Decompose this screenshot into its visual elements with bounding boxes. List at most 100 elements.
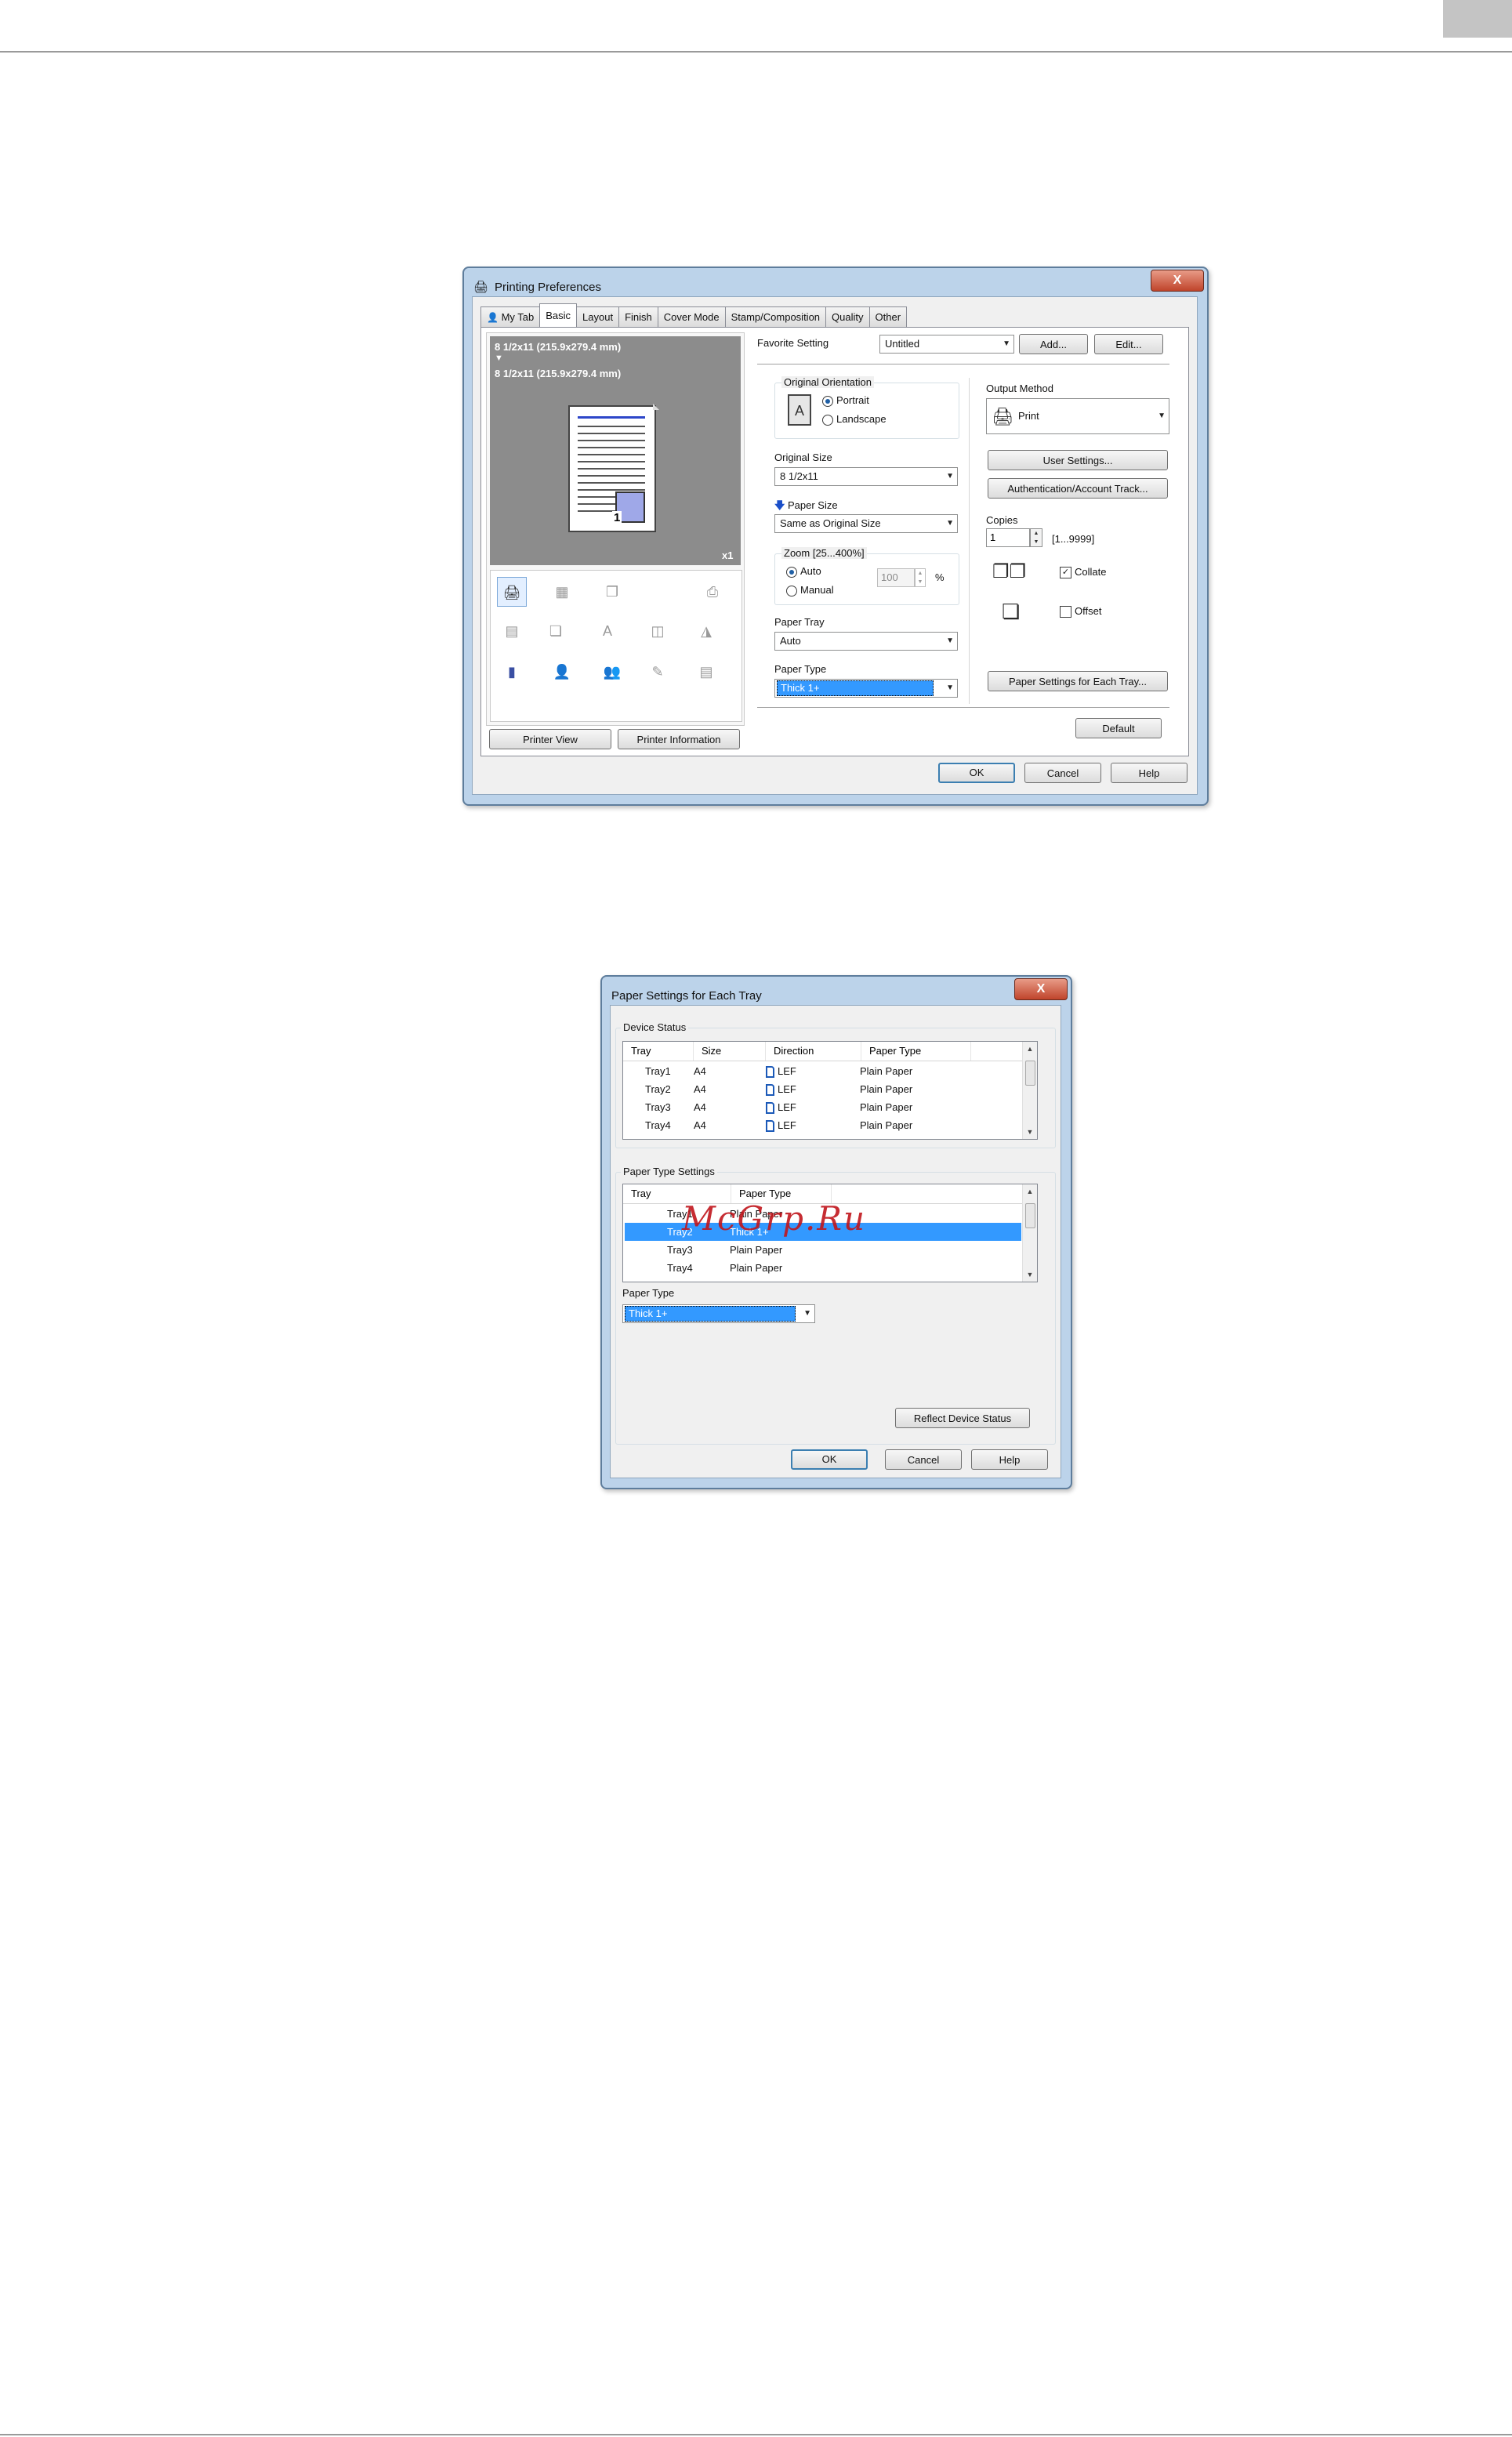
user-icon: 👤	[487, 312, 499, 323]
paper-type-select[interactable]: Thick 1+ ▼	[622, 1304, 815, 1323]
user-settings-button[interactable]: User Settings...	[988, 450, 1168, 470]
table-row[interactable]: Tray2 A4 LEF Plain Paper	[625, 1080, 1021, 1098]
fold-icon[interactable]: ◮	[691, 616, 721, 646]
col-size[interactable]: Size	[694, 1042, 766, 1061]
paper-size-label: 🡇 Paper Size	[774, 499, 838, 511]
col-tray[interactable]: Tray	[623, 1042, 694, 1061]
chevron-down-icon: ▼	[946, 636, 954, 645]
original-size-select[interactable]: 8 1/2x11 ▼	[774, 467, 958, 486]
scroll-up-icon[interactable]: ▲	[1023, 1184, 1037, 1199]
help-button[interactable]: Help	[971, 1449, 1048, 1470]
help-button[interactable]: Help	[1111, 763, 1187, 783]
account-track-icon[interactable]: ▮	[497, 657, 527, 687]
copies-label: Copies	[986, 514, 1018, 526]
table-row[interactable]: Tray4 Plain Paper	[625, 1259, 1021, 1277]
duplex-icon[interactable]: ▤	[497, 616, 527, 646]
copies-input[interactable]: 1	[986, 528, 1030, 547]
paper-type-settings-scrollbar[interactable]: ▲ ▼	[1022, 1184, 1037, 1282]
default-button[interactable]: Default	[1075, 718, 1162, 738]
edit-favorite-button[interactable]: Edit...	[1094, 334, 1163, 354]
zoom-group: Zoom [25...400%] Auto Manual 100 ▲ ▼ %	[774, 547, 959, 605]
original-size-label: Original Size	[774, 451, 832, 463]
save-to-box-icon[interactable]: ❐	[597, 577, 627, 607]
offset-checkbox[interactable]: Offset	[1060, 605, 1101, 618]
ok-button[interactable]: OK	[791, 1449, 868, 1470]
orientation-preview-icon: A	[788, 394, 811, 426]
paper-direction-icon	[766, 1102, 774, 1115]
chevron-down-icon: ▼	[946, 519, 954, 528]
table-row[interactable]: Tray3 A4 LEF Plain Paper	[625, 1098, 1021, 1116]
col-paper-type[interactable]: Paper Type	[861, 1042, 971, 1061]
close-button[interactable]: X	[1151, 270, 1204, 292]
scroll-thumb[interactable]	[1025, 1061, 1035, 1086]
printer-view-button[interactable]: Printer View	[489, 729, 611, 749]
collate-checkbox[interactable]: ✓ Collate	[1060, 566, 1106, 579]
combine-icon[interactable]: ⎙	[698, 577, 727, 607]
table-row[interactable]: Tray1 A4 LEF Plain Paper	[625, 1062, 1021, 1080]
stamp-icon[interactable]: ✎	[643, 657, 673, 687]
tab-my-tab[interactable]: 👤 My Tab	[480, 306, 541, 327]
original-orientation-label: Original Orientation	[781, 376, 874, 388]
zoom-value-input[interactable]: 100	[877, 568, 915, 587]
watermark: McGrp.Ru	[682, 1199, 867, 1238]
table-row[interactable]: Tray3 Plain Paper	[625, 1241, 1021, 1259]
cancel-button[interactable]: Cancel	[1024, 763, 1101, 783]
col-direction[interactable]: Direction	[766, 1042, 861, 1061]
add-favorite-button[interactable]: Add...	[1019, 334, 1088, 354]
device-status-header: Tray Size Direction Paper Type	[623, 1042, 1023, 1061]
secure-print-icon[interactable]: ▦	[547, 577, 577, 607]
landscape-radio[interactable]: Landscape	[822, 413, 887, 426]
tab-other[interactable]: Other	[868, 306, 908, 327]
device-status-list[interactable]: Tray Size Direction Paper Type Tray1 A4 LE…	[622, 1041, 1038, 1140]
booklet-icon[interactable]: ❏	[541, 616, 571, 646]
preview-frame: 8 1/2x11 (215.9x279.4 mm) ▼ 8 1/2x11 (21…	[486, 332, 745, 726]
staple-icon[interactable]: A	[593, 616, 622, 646]
dialog-client-area: 👤 My Tab Basic Layout Finish Cover Mode …	[472, 296, 1198, 795]
paper-tray-select[interactable]: Auto ▼	[774, 632, 958, 651]
radio-dot	[822, 414, 833, 426]
dialog-client-area: Device Status Tray Size Direction Paper …	[610, 1005, 1061, 1478]
ok-button[interactable]: OK	[938, 763, 1015, 783]
bottom-separator	[757, 707, 1169, 708]
tab-basic[interactable]: Basic	[539, 303, 578, 327]
table-row[interactable]: Tray4 A4 LEF Plain Paper	[625, 1116, 1021, 1134]
page-illustration: 1	[568, 405, 656, 532]
tab-finish[interactable]: Finish	[618, 306, 658, 327]
scroll-up-icon[interactable]: ▲	[1023, 1042, 1037, 1056]
output-method-label: Output Method	[986, 383, 1053, 394]
paper-direction-icon	[766, 1066, 774, 1079]
scroll-down-icon[interactable]: ▼	[1023, 1267, 1037, 1282]
paper-type-select[interactable]: Thick 1+ ▼	[774, 679, 958, 698]
authentication-account-track-button[interactable]: Authentication/Account Track...	[988, 478, 1168, 499]
top-rule	[0, 51, 1512, 53]
paper-type-value: Thick 1+	[625, 1306, 796, 1322]
user-auth-icon[interactable]: 👤	[547, 657, 577, 687]
paper-size-select[interactable]: Same as Original Size ▼	[774, 514, 958, 533]
portrait-radio[interactable]: Portrait	[822, 394, 869, 407]
favorite-setting-select[interactable]: Untitled ▼	[879, 335, 1014, 354]
scroll-thumb[interactable]	[1025, 1203, 1035, 1228]
paper-settings-each-tray-button[interactable]: Paper Settings for Each Tray...	[988, 671, 1168, 691]
zoom-spinner[interactable]: ▲ ▼	[915, 568, 926, 587]
printer-information-button[interactable]: Printer Information	[618, 729, 740, 749]
cancel-button[interactable]: Cancel	[885, 1449, 962, 1470]
cover-sheet-icon[interactable]: ▤	[691, 657, 721, 687]
zoom-manual-radio[interactable]: Manual	[786, 584, 834, 597]
bottom-rule	[0, 2434, 1512, 2435]
group-auth-icon[interactable]: 👥	[597, 657, 627, 687]
device-status-scrollbar[interactable]: ▲ ▼	[1022, 1042, 1037, 1139]
tab-cover-mode[interactable]: Cover Mode	[657, 306, 726, 327]
punch-icon[interactable]: ◫	[643, 616, 673, 646]
scroll-down-icon[interactable]: ▼	[1023, 1125, 1037, 1139]
tab-quality[interactable]: Quality	[825, 306, 870, 327]
paper-direction-icon	[766, 1084, 774, 1097]
copies-spinner[interactable]: ▲ ▼	[1030, 528, 1042, 547]
tab-layout[interactable]: Layout	[576, 306, 620, 327]
reflect-device-status-button[interactable]: Reflect Device Status	[895, 1408, 1030, 1428]
paper-type-label: Paper Type	[622, 1287, 675, 1299]
close-button[interactable]: X	[1014, 978, 1068, 1000]
zoom-auto-radio[interactable]: Auto	[786, 565, 821, 578]
print-mode-icon[interactable]: 🖨	[497, 577, 527, 607]
output-method-select[interactable]: 🖨 Print ▼	[986, 398, 1169, 434]
tab-stamp-composition[interactable]: Stamp/Composition	[724, 306, 827, 327]
